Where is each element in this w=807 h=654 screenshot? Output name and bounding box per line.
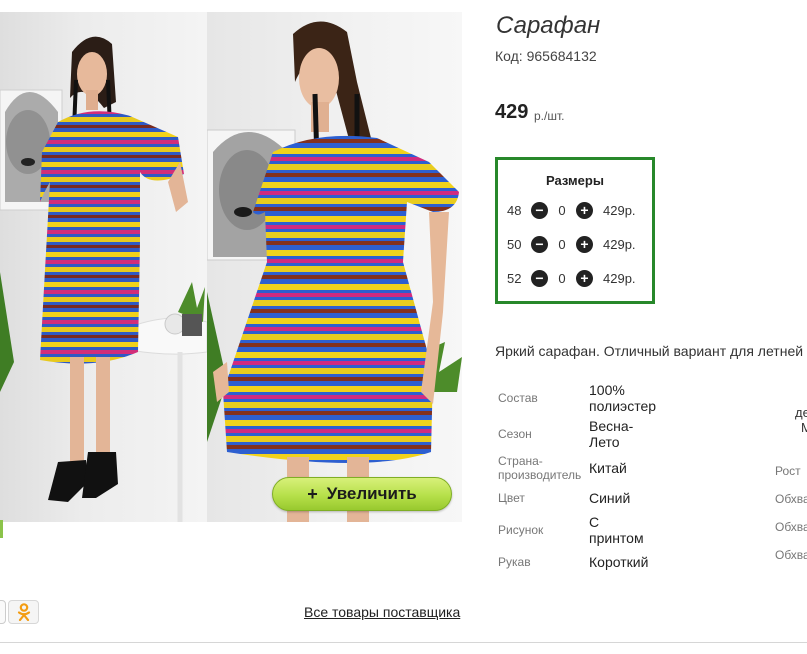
social-share-button[interactable] bbox=[0, 600, 6, 624]
right-col-item: Обхва bbox=[775, 548, 807, 562]
attr-label-sleeve: Рукав bbox=[498, 555, 531, 569]
attr-label-season: Сезон bbox=[498, 427, 532, 441]
attr-label-line: Страна- bbox=[498, 454, 543, 468]
size-label: 52 bbox=[507, 270, 522, 286]
minus-icon[interactable]: − bbox=[531, 235, 548, 253]
right-col-item: Рост bbox=[775, 464, 801, 478]
attr-label-composition: Состав bbox=[498, 391, 538, 405]
attr-label-color: Цвет bbox=[498, 491, 525, 505]
size-row-48: 48 − 0 + 429р. bbox=[507, 200, 636, 220]
attr-value-line: 100% bbox=[589, 382, 625, 398]
quantity-value: 0 bbox=[558, 202, 566, 218]
attr-label-pattern: Рисунок bbox=[498, 523, 544, 537]
all-supplier-goods-link[interactable]: Все товары поставщика bbox=[304, 604, 460, 620]
quantity-value: 0 bbox=[558, 270, 566, 286]
sizes-panel: Размеры 48 − 0 + 429р. 50 − 0 + 429р. 52… bbox=[495, 157, 655, 304]
size-row-50: 50 − 0 + 429р. bbox=[507, 234, 636, 254]
size-price: 429р. bbox=[603, 270, 636, 286]
odnoklassniki-icon bbox=[17, 603, 30, 621]
attr-label-country: Страна- производитель bbox=[498, 454, 581, 482]
product-title: Сарафан bbox=[496, 12, 601, 39]
attr-value-line: полиэстер bbox=[589, 398, 657, 414]
minus-icon[interactable]: − bbox=[531, 269, 548, 287]
size-label: 50 bbox=[507, 236, 522, 252]
price-unit: р./шт. bbox=[534, 109, 565, 123]
attr-value-line: принтом bbox=[589, 530, 644, 546]
odnoklassniki-share-button[interactable] bbox=[8, 600, 39, 624]
attr-value-composition: 100% полиэстер bbox=[589, 382, 656, 414]
zoom-button[interactable]: + Увеличить bbox=[272, 477, 452, 511]
right-col-partial-2: М bbox=[801, 420, 807, 435]
attr-value-pattern: С принтом bbox=[589, 514, 644, 546]
photo-2-illustration bbox=[207, 21, 462, 522]
minus-icon[interactable]: − bbox=[531, 201, 548, 219]
attr-value-color: Синий bbox=[589, 490, 630, 506]
right-col-partial-1: де bbox=[795, 405, 807, 420]
attr-label-line: производитель bbox=[498, 468, 582, 482]
attr-value-line: Весна- bbox=[589, 418, 634, 434]
right-col-item: Обхва bbox=[775, 492, 807, 506]
attr-value-line: С bbox=[589, 514, 600, 530]
attr-value-line: Синий bbox=[589, 490, 631, 506]
plus-icon[interactable]: + bbox=[576, 235, 593, 253]
product-photo-2[interactable] bbox=[207, 12, 462, 522]
attr-value-country: Китай bbox=[589, 460, 627, 476]
plus-icon: + bbox=[307, 483, 318, 504]
size-label: 48 bbox=[507, 202, 522, 218]
product-price: 429 bbox=[495, 101, 529, 123]
plus-icon[interactable]: + bbox=[576, 201, 593, 219]
divider bbox=[0, 642, 807, 643]
photo-1-illustration bbox=[0, 36, 207, 522]
attr-value-line: Китай bbox=[589, 460, 627, 476]
zoom-button-label: Увеличить bbox=[326, 484, 417, 503]
plus-icon[interactable]: + bbox=[576, 269, 593, 287]
size-price: 429р. bbox=[603, 236, 636, 252]
attr-value-sleeve: Короткий bbox=[589, 554, 648, 570]
attr-value-line: Короткий bbox=[589, 554, 649, 570]
product-code: Код: 965684132 bbox=[495, 48, 597, 64]
sizes-title: Размеры bbox=[546, 173, 604, 188]
quantity-value: 0 bbox=[558, 236, 566, 252]
product-description: Яркий сарафан. Отличный вариант для летн… bbox=[495, 343, 804, 359]
attr-value-line: Лето bbox=[589, 434, 620, 450]
scroll-indicator bbox=[0, 520, 3, 538]
product-photo-1[interactable] bbox=[0, 12, 207, 522]
size-price: 429р. bbox=[603, 202, 636, 218]
right-col-item: Обхва bbox=[775, 520, 807, 534]
attr-value-season: Весна- Лето bbox=[589, 418, 633, 450]
size-row-52: 52 − 0 + 429р. bbox=[507, 268, 636, 288]
